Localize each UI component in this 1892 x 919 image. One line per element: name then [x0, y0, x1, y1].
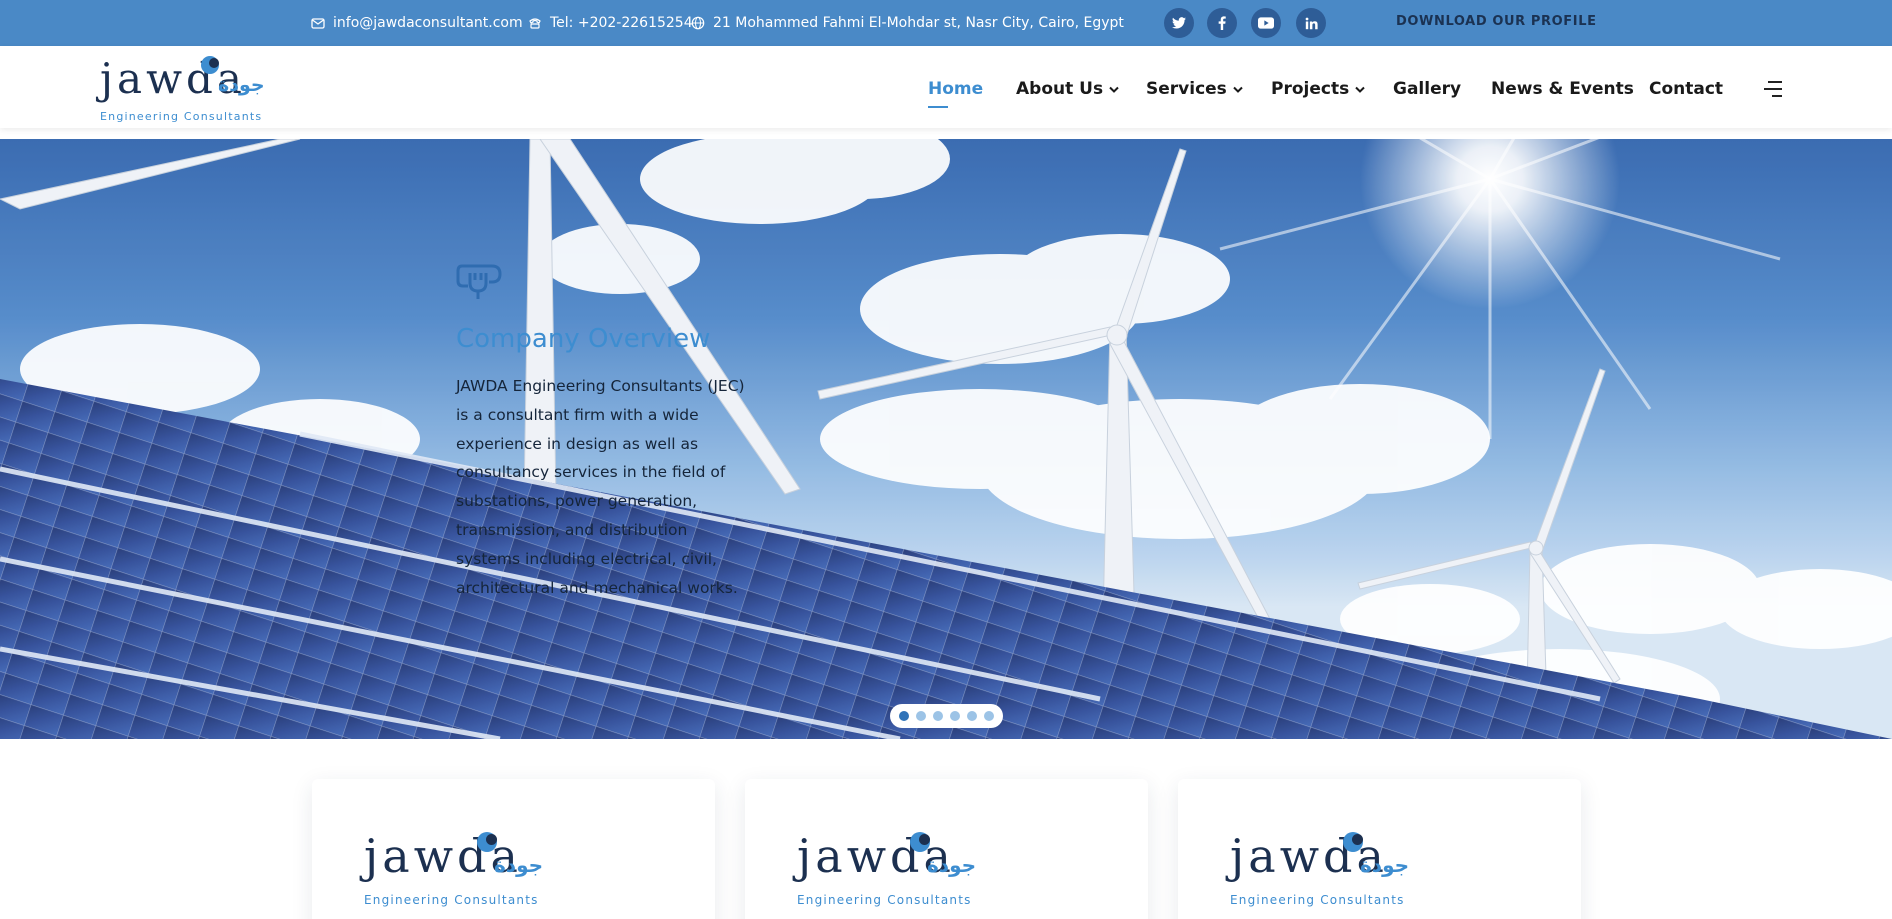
logo-arabic: جودة — [218, 74, 265, 96]
nav-projects-label: Projects — [1271, 79, 1350, 99]
card-logo-tagline: Engineering Consultants — [1230, 893, 1405, 907]
logo-dot-icon — [910, 832, 930, 852]
slider-dot-6[interactable] — [983, 711, 994, 721]
logo-dot-icon — [201, 56, 219, 74]
nav-contact-label: Contact — [1649, 79, 1724, 99]
address-text: 21 Mohammed Fahmi El-Mohdar st, Nasr Cit… — [713, 15, 1124, 31]
nav-news-events-label: News & Events — [1491, 79, 1634, 99]
hero-title: Company Overview — [456, 324, 711, 354]
slider-dot-1[interactable] — [899, 711, 910, 721]
nav-contact[interactable]: Contact — [1649, 75, 1723, 103]
slider-dot-4[interactable] — [949, 711, 960, 721]
nav-services-label: Services — [1146, 79, 1227, 99]
email-link[interactable]: info@jawdaconsultant.com — [311, 13, 523, 33]
twitter-icon — [1172, 17, 1186, 29]
card-logo-tagline: Engineering Consultants — [364, 893, 539, 907]
nav-news-events[interactable]: News & Events — [1491, 75, 1634, 103]
twitter-button[interactable] — [1164, 8, 1194, 38]
site-logo[interactable]: jawda جودة Engineering Consultants — [100, 52, 270, 123]
feature-card[interactable]: jawda جودة Engineering Consultants — [312, 779, 715, 919]
card-logo-arabic: جودة — [927, 853, 977, 877]
phone-icon — [529, 18, 541, 29]
slider-dot-3[interactable] — [933, 711, 944, 721]
email-icon — [311, 18, 325, 29]
logo-tagline: Engineering Consultants — [100, 110, 263, 123]
nav-services[interactable]: Services — [1146, 75, 1243, 103]
chevron-down-icon — [1109, 86, 1119, 93]
plug-icon — [456, 264, 502, 299]
nav-gallery-label: Gallery — [1393, 79, 1462, 99]
download-profile-link[interactable]: DOWNLOAD OUR PROFILE — [1396, 14, 1597, 29]
nav-home-label: Home — [928, 79, 984, 99]
hero-description: JAWDA Engineering Consultants (JEC) is a… — [456, 377, 745, 597]
feature-card[interactable]: jawda جودة Engineering Consultants — [1178, 779, 1581, 919]
nav-about-us-label: About Us — [1016, 79, 1104, 99]
globe-icon — [691, 16, 705, 30]
address-link[interactable]: 21 Mohammed Fahmi El-Mohdar st, Nasr Cit… — [691, 13, 1124, 33]
email-text: info@jawdaconsultant.com — [333, 15, 523, 31]
card-logo-arabic: جودة — [494, 853, 544, 877]
card-logo: jawda جودة Engineering Consultants — [364, 829, 544, 909]
card-logo-arabic: جودة — [1360, 853, 1410, 877]
hero-slider: Company Overview JAWDA Engineering Consu… — [0, 139, 1892, 739]
logo-dot-icon — [1343, 832, 1363, 852]
youtube-button[interactable] — [1251, 8, 1281, 38]
chevron-down-icon — [1233, 86, 1243, 93]
facebook-button[interactable] — [1207, 8, 1237, 38]
facebook-icon — [1218, 16, 1226, 30]
logo-dot-icon — [477, 832, 497, 852]
active-nav-indicator — [928, 106, 948, 108]
card-logo: jawda جودة Engineering Consultants — [797, 829, 977, 909]
nav-about-us[interactable]: About Us — [1016, 75, 1119, 103]
slider-dot-2[interactable] — [916, 711, 927, 721]
slider-dot-5[interactable] — [966, 711, 977, 721]
nav-gallery[interactable]: Gallery — [1393, 75, 1461, 103]
phone-text: Tel: +202-22615254 — [550, 15, 693, 31]
top-bar: info@jawdaconsultant.com Tel: +202-22615… — [0, 0, 1892, 46]
feature-card[interactable]: jawda جودة Engineering Consultants — [745, 779, 1148, 919]
youtube-icon — [1258, 17, 1274, 29]
chevron-down-icon — [1355, 86, 1365, 93]
nav-home[interactable]: Home — [928, 75, 983, 103]
main-header: jawda جودة Engineering Consultants Home … — [0, 46, 1892, 128]
card-logo-tagline: Engineering Consultants — [797, 893, 972, 907]
linkedin-icon — [1305, 17, 1318, 29]
hamburger-menu-icon[interactable] — [1764, 80, 1782, 98]
hero-background-image — [0, 139, 1892, 739]
card-logo: jawda جودة Engineering Consultants — [1230, 829, 1410, 909]
nav-projects[interactable]: Projects — [1271, 75, 1365, 103]
slider-pagination — [890, 704, 1003, 728]
linkedin-button[interactable] — [1296, 8, 1326, 38]
phone-link[interactable]: Tel: +202-22615254 — [528, 13, 693, 33]
